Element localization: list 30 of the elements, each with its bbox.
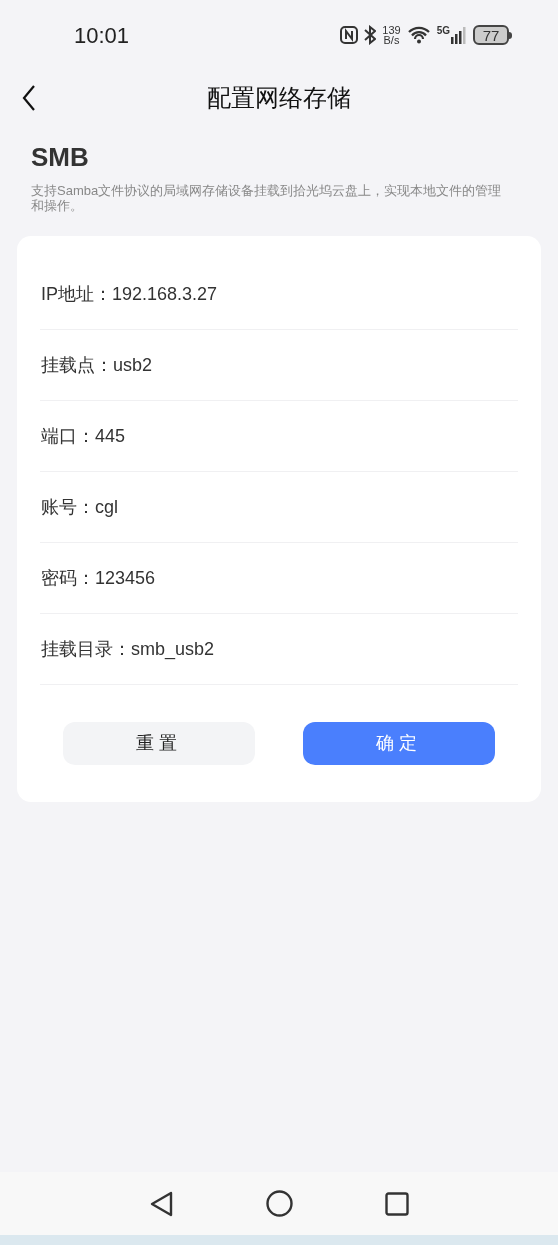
speed-unit: B/s <box>383 35 400 45</box>
bluetooth-icon <box>364 25 377 45</box>
field-value: 192.168.3.27 <box>112 282 218 306</box>
back-icon <box>22 83 36 112</box>
field-label: 端口： <box>41 424 95 448</box>
reset-button[interactable]: 重置 <box>63 722 255 765</box>
confirm-button[interactable]: 确定 <box>303 722 495 765</box>
page-title: 配置网络存储 <box>207 82 351 113</box>
field-label: 密码： <box>41 566 95 590</box>
field-value: smb_usb2 <box>131 637 215 662</box>
wifi-icon <box>406 26 431 44</box>
field-label: IP地址： <box>41 282 112 306</box>
field-value: usb2 <box>113 353 153 377</box>
network-type: 5G <box>436 26 450 36</box>
section-title: SMB <box>31 141 90 174</box>
section-description: 支持Samba文件协议的局域网存储设备挂载到拾光坞云盘上，实现本地文件的管理和操作。 <box>31 183 503 213</box>
field-label: 挂载点： <box>41 353 113 377</box>
recents-nav-icon[interactable] <box>384 1191 409 1216</box>
field-label: 挂载目录： <box>41 637 131 661</box>
field-label: 账号： <box>41 495 95 519</box>
battery-indicator: 77 <box>473 25 512 45</box>
field-value: 445 <box>95 424 126 448</box>
network-speed: 139 <box>382 25 401 35</box>
home-nav-icon[interactable] <box>265 1190 293 1217</box>
signal-icon <box>451 26 467 44</box>
field-value: 123456 <box>95 566 156 590</box>
back-nav-icon[interactable] <box>149 1190 174 1217</box>
status-time: 10:01 <box>74 21 130 50</box>
field-value: cgl <box>95 495 118 519</box>
nfc-icon <box>340 26 359 44</box>
